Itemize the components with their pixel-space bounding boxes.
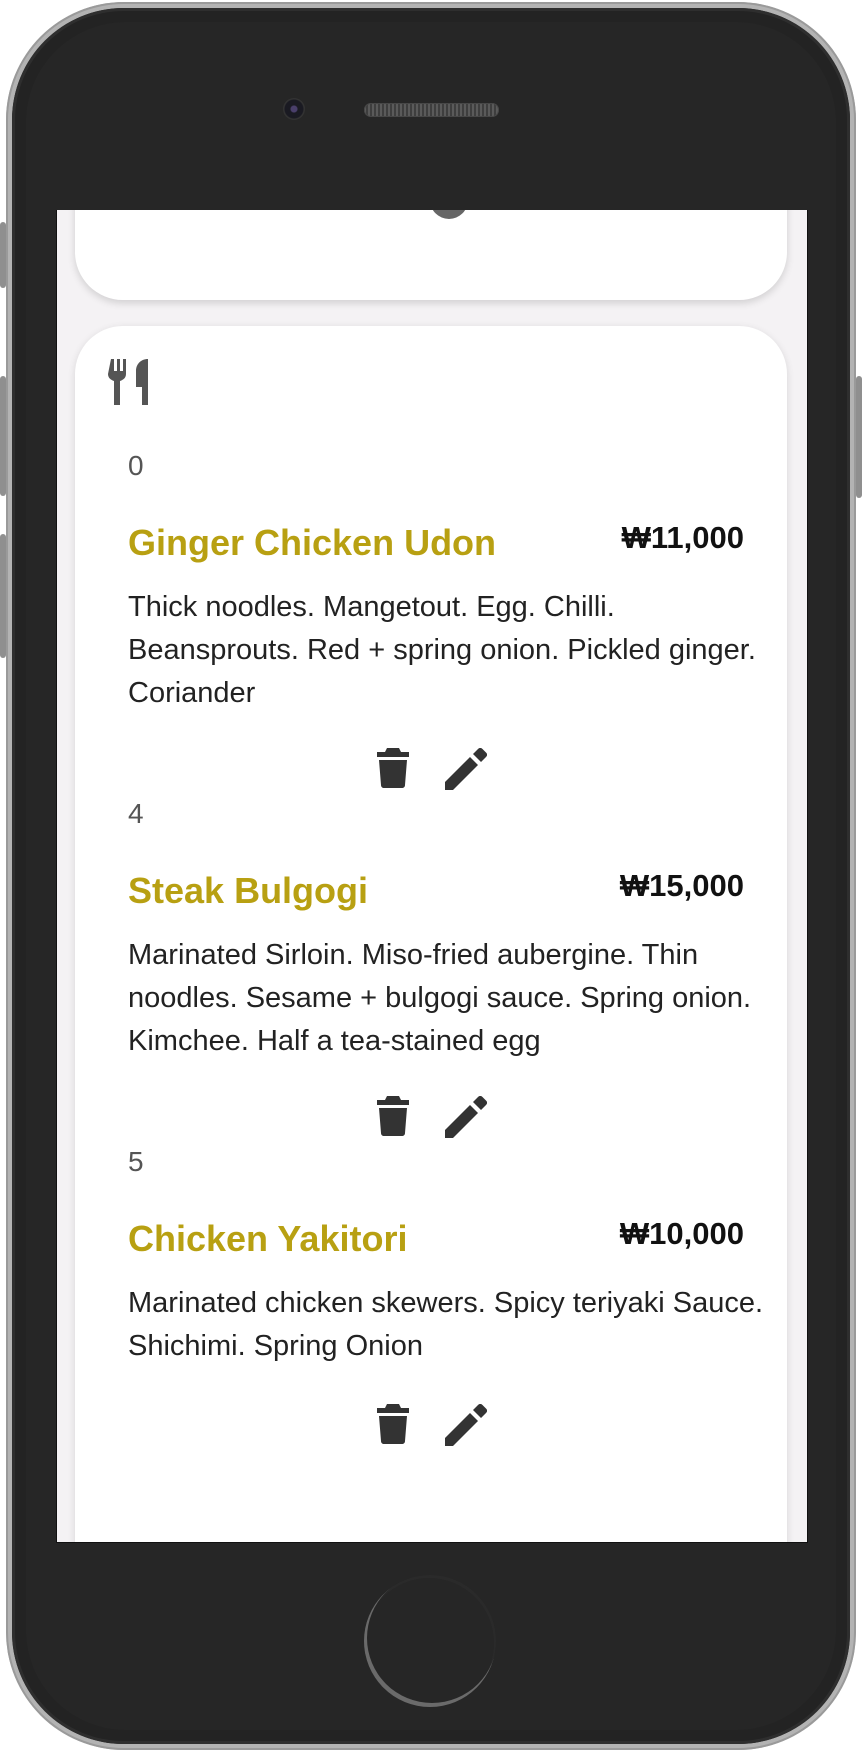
item-id: 4 xyxy=(128,798,144,829)
item-price: ₩10,000 xyxy=(619,1216,744,1251)
item-actions xyxy=(128,1096,768,1144)
plus-circle-icon[interactable]: + xyxy=(430,210,468,219)
item-description: Thick noodles. Mangetout. Egg. Chilli. B… xyxy=(128,591,756,709)
mute-switch xyxy=(0,222,6,288)
item-name: Steak Bulgogi xyxy=(128,870,369,911)
trash-icon[interactable] xyxy=(377,748,409,788)
pencil-icon[interactable] xyxy=(445,1096,487,1138)
menu-item: 5 Chicken Yakitori ₩10,000 Marinated chi… xyxy=(128,1146,768,1446)
add-item-card: + xyxy=(75,210,787,300)
power-button xyxy=(856,376,862,498)
pencil-icon[interactable] xyxy=(445,1404,487,1446)
item-name: Chicken Yakitori xyxy=(128,1218,408,1259)
item-description: Marinated Sirloin. Miso-fried aubergine.… xyxy=(128,939,752,1057)
trash-icon[interactable] xyxy=(377,1096,409,1136)
trash-icon[interactable] xyxy=(377,1404,409,1444)
item-name: Ginger Chicken Udon xyxy=(128,522,497,563)
item-actions xyxy=(128,1404,768,1452)
earpiece-speaker xyxy=(364,103,499,117)
item-price: ₩11,000 xyxy=(621,520,744,555)
menu-card: 0 Ginger Chicken Udon ₩11,000 Thick nood… xyxy=(75,326,787,1542)
app-screen: + 0 Ginger Chicken Udon ₩11,000 Thick no… xyxy=(56,210,808,1543)
pencil-icon[interactable] xyxy=(445,748,487,790)
utensils-icon xyxy=(108,359,148,405)
home-button[interactable] xyxy=(364,1575,496,1707)
front-camera xyxy=(283,98,305,120)
item-id: 5 xyxy=(128,1146,144,1177)
volume-down-button xyxy=(0,534,6,658)
volume-up-button xyxy=(0,376,6,496)
item-actions xyxy=(128,748,768,796)
item-price: ₩15,000 xyxy=(619,868,744,903)
menu-item: 4 Steak Bulgogi ₩15,000 Marinated Sirloi… xyxy=(128,798,768,1138)
item-id: 0 xyxy=(128,450,144,481)
item-description: Marinated chicken skewers. Spicy teriyak… xyxy=(128,1287,764,1362)
menu-item: 0 Ginger Chicken Udon ₩11,000 Thick nood… xyxy=(128,450,768,790)
